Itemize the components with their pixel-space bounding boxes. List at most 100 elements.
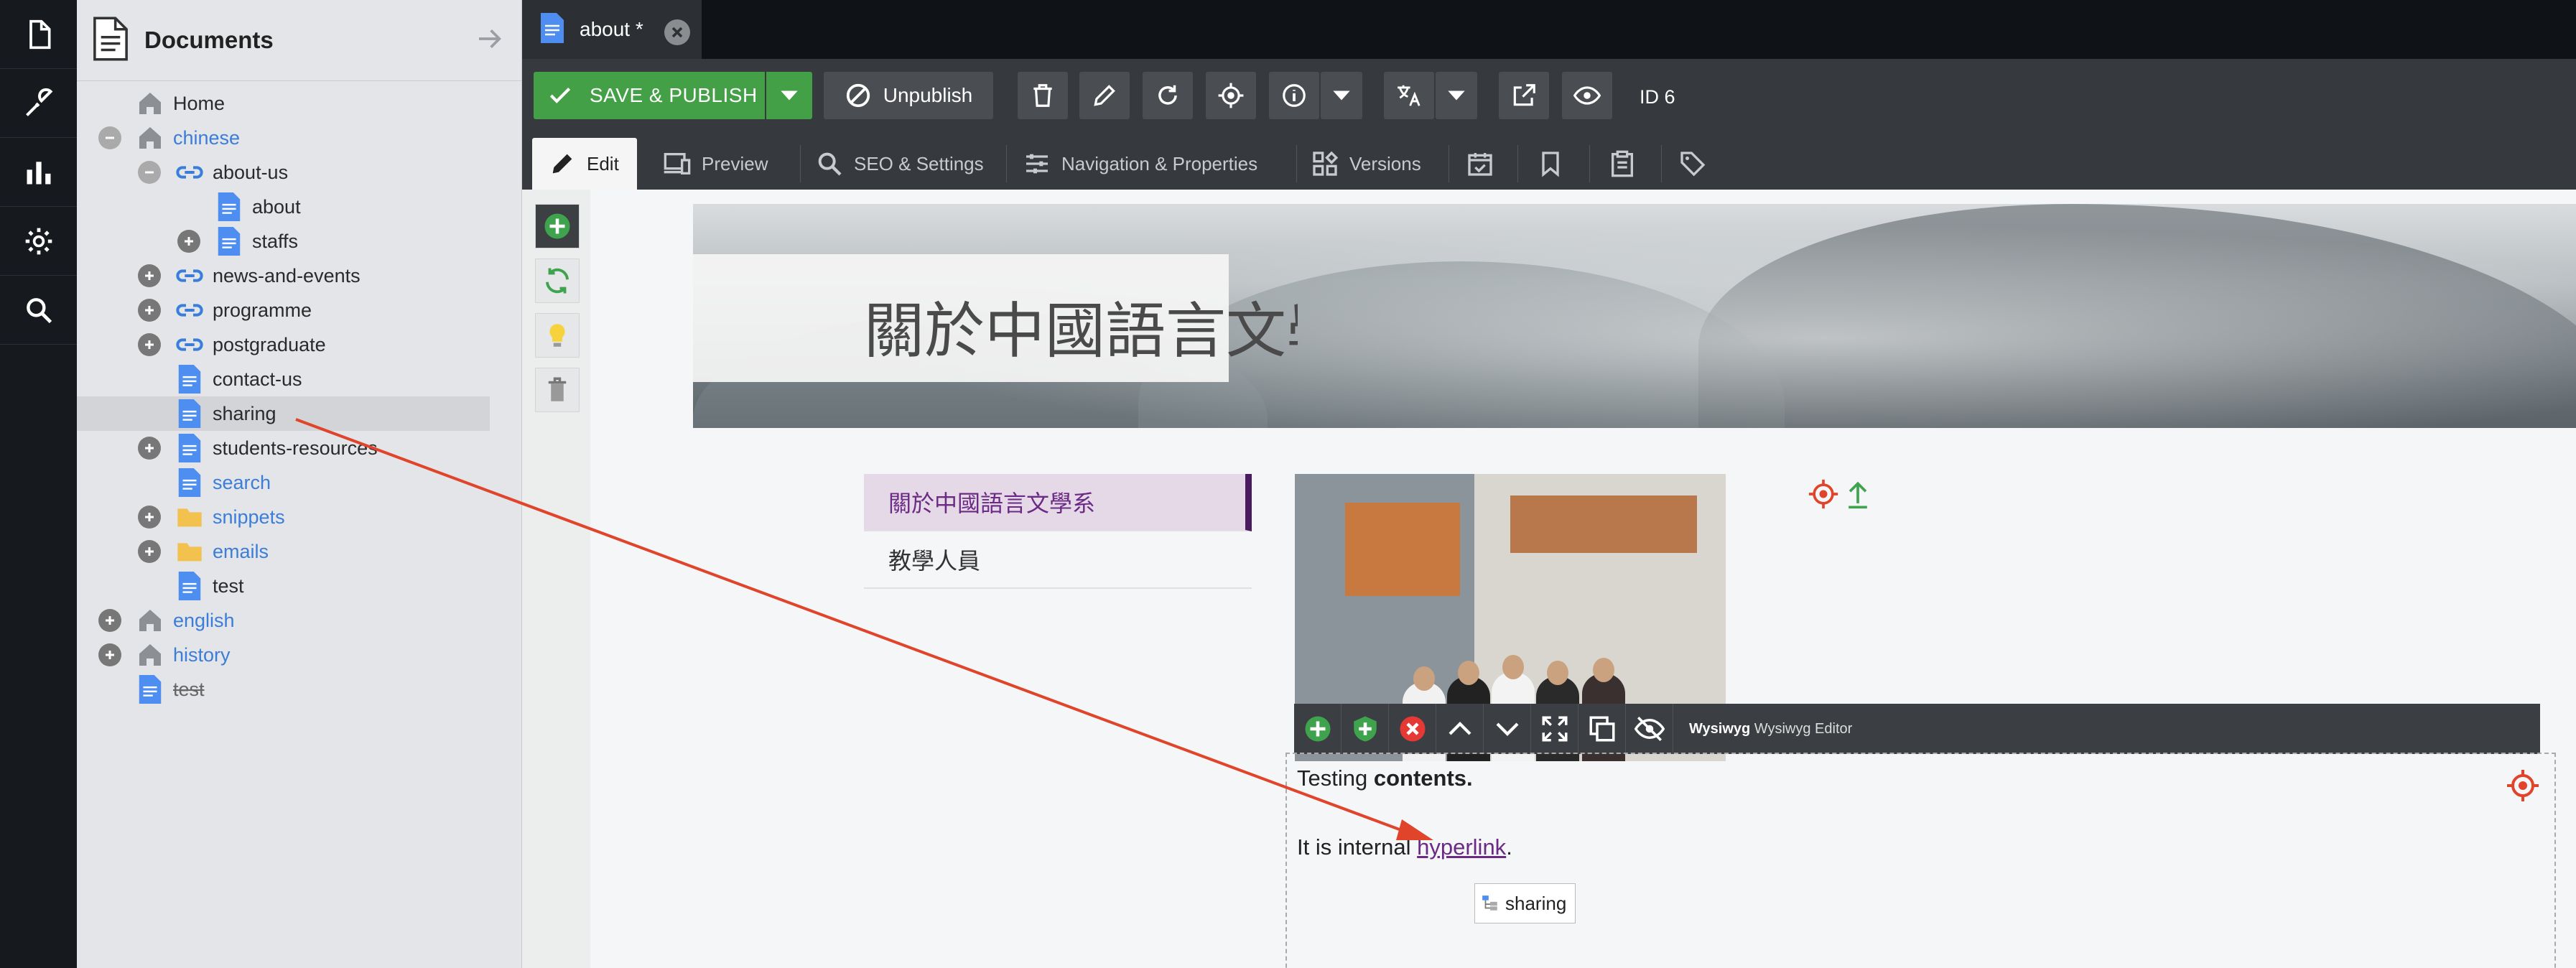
tab-preview[interactable]: Preview: [663, 138, 768, 190]
internal-hyperlink[interactable]: hyperlink: [1417, 834, 1506, 860]
close-tab-icon[interactable]: [664, 19, 690, 45]
delete-button[interactable]: [1018, 72, 1068, 119]
tree-node-staffs[interactable]: staffs: [77, 224, 521, 259]
hide-block-button[interactable]: [1626, 704, 1673, 754]
rail-documents[interactable]: [0, 0, 77, 69]
pencil-icon: [552, 154, 572, 174]
save-publish-button[interactable]: SAVE & PUBLISH: [534, 72, 765, 119]
sidenav-item-staff[interactable]: 教學人員: [864, 531, 1252, 589]
hero-title[interactable]: 關於中國語言文學系: [864, 283, 1298, 370]
copy-block-button[interactable]: [1578, 704, 1626, 754]
info-button[interactable]: [1269, 72, 1319, 119]
tree-node-search[interactable]: search: [77, 465, 521, 500]
info-dropdown[interactable]: [1321, 72, 1362, 119]
collapse-icon[interactable]: [138, 161, 161, 184]
tab-notes[interactable]: [1608, 138, 1637, 190]
tree-node-english[interactable]: english: [77, 603, 521, 638]
move-up-button[interactable]: [1436, 704, 1484, 754]
wysiwyg-label: Wysiwyg Wysiwyg Editor: [1689, 721, 1852, 737]
expand-icon[interactable]: [98, 609, 121, 632]
arrow-right-icon[interactable]: [475, 24, 504, 57]
tree-node-label: sharing: [213, 402, 276, 424]
editor-target-icon[interactable]: [2506, 768, 2540, 806]
tab-edit[interactable]: Edit: [532, 138, 637, 190]
plus-circle-icon: [1305, 716, 1330, 742]
sidenav-item-about-dept[interactable]: 關於中國語言文學系: [864, 474, 1252, 531]
expand-icon[interactable]: [138, 264, 161, 287]
tab-separator: [1006, 145, 1007, 182]
close-circle-icon: [1400, 716, 1425, 742]
rail-tools[interactable]: [0, 69, 77, 138]
tree-node-programme[interactable]: programme: [77, 293, 521, 327]
translate-button[interactable]: [1384, 72, 1434, 119]
preview-button[interactable]: [1562, 72, 1612, 119]
expand-icon[interactable]: [98, 643, 121, 666]
collapse-icon[interactable]: [98, 126, 121, 149]
tab-tags[interactable]: [1678, 138, 1707, 190]
unpublish-button[interactable]: Unpublish: [824, 72, 993, 119]
tab-preview-label: Preview: [702, 152, 768, 174]
search-icon: [26, 297, 52, 323]
tree-node-chinese[interactable]: chinese: [77, 121, 521, 155]
add-block-button[interactable]: [1294, 704, 1342, 754]
tree-node-news-and-events[interactable]: news-and-events: [77, 259, 521, 293]
tree-node-emails[interactable]: emails: [77, 534, 521, 569]
tree-node-test[interactable]: test: [77, 672, 521, 707]
tree-node-label: snippets: [213, 506, 285, 528]
expand-icon[interactable]: [138, 333, 161, 356]
link-icon: [175, 158, 204, 187]
plus-shield-icon: [1353, 716, 1377, 742]
devices-icon: [664, 153, 691, 174]
expand-icon[interactable]: [177, 230, 200, 253]
move-down-button[interactable]: [1484, 704, 1531, 754]
rail-search[interactable]: [0, 276, 77, 345]
tree-header: Documents: [77, 0, 521, 81]
tab-about[interactable]: about *: [522, 0, 702, 59]
clear-area-button[interactable]: [535, 368, 580, 412]
home-icon: [136, 641, 164, 669]
refresh-area-button[interactable]: [535, 259, 580, 303]
translate-dropdown[interactable]: [1436, 72, 1477, 119]
add-block-below-button[interactable]: [1342, 704, 1389, 754]
tree-node-icon: [1482, 895, 1497, 911]
tab-schedule[interactable]: [1466, 138, 1494, 190]
tab-navigation-properties[interactable]: Navigation & Properties: [1023, 138, 1257, 190]
open-in-new-window-button[interactable]: [1499, 72, 1549, 119]
tree-node-Home[interactable]: Home: [77, 86, 521, 121]
tree-node-about-us[interactable]: about-us: [77, 155, 521, 190]
tree-node-test[interactable]: test: [77, 569, 521, 603]
target-icon[interactable]: [1808, 478, 1839, 510]
upload-icon[interactable]: [1842, 478, 1874, 510]
add-area-button[interactable]: [535, 204, 580, 248]
tree-node-history[interactable]: history: [77, 638, 521, 672]
tree-node-postgraduate[interactable]: postgraduate: [77, 327, 521, 362]
tab-versions[interactable]: Versions: [1311, 138, 1421, 190]
hint-button[interactable]: [535, 313, 580, 358]
tree-node-snippets[interactable]: snippets: [77, 500, 521, 534]
expand-icon[interactable]: [138, 506, 161, 529]
expand-icon[interactable]: [138, 540, 161, 563]
wysiwyg-editor[interactable]: Testing contents. It is internal hyperli…: [1285, 753, 2556, 968]
info-icon: [1283, 84, 1306, 107]
tree-node-sharing[interactable]: sharing: [77, 396, 490, 431]
reload-button[interactable]: [1143, 72, 1193, 119]
rail-analytics[interactable]: [0, 138, 77, 207]
rail-settings[interactable]: [0, 207, 77, 276]
home-icon: [136, 606, 164, 635]
tree-node-contact-us[interactable]: contact-us: [77, 362, 521, 396]
remove-block-button[interactable]: [1389, 704, 1436, 754]
external-link-icon: [1513, 84, 1535, 106]
fullscreen-button[interactable]: [1531, 704, 1578, 754]
expand-icon[interactable]: [138, 299, 161, 322]
tab-bookmark[interactable]: [1536, 138, 1565, 190]
expand-icon[interactable]: [138, 437, 161, 460]
tab-seo-settings[interactable]: SEO & Settings: [815, 138, 984, 190]
documents-header-icon: [91, 16, 130, 65]
rename-button[interactable]: [1079, 72, 1130, 119]
save-options-dropdown[interactable]: [766, 72, 812, 119]
tree-node-about[interactable]: about: [77, 190, 521, 224]
caret-down-icon: [1333, 90, 1350, 101]
tree-node-label: programme: [213, 299, 312, 321]
tree-node-students-resources[interactable]: students-resources: [77, 431, 521, 465]
locate-in-tree-button[interactable]: [1206, 72, 1256, 119]
